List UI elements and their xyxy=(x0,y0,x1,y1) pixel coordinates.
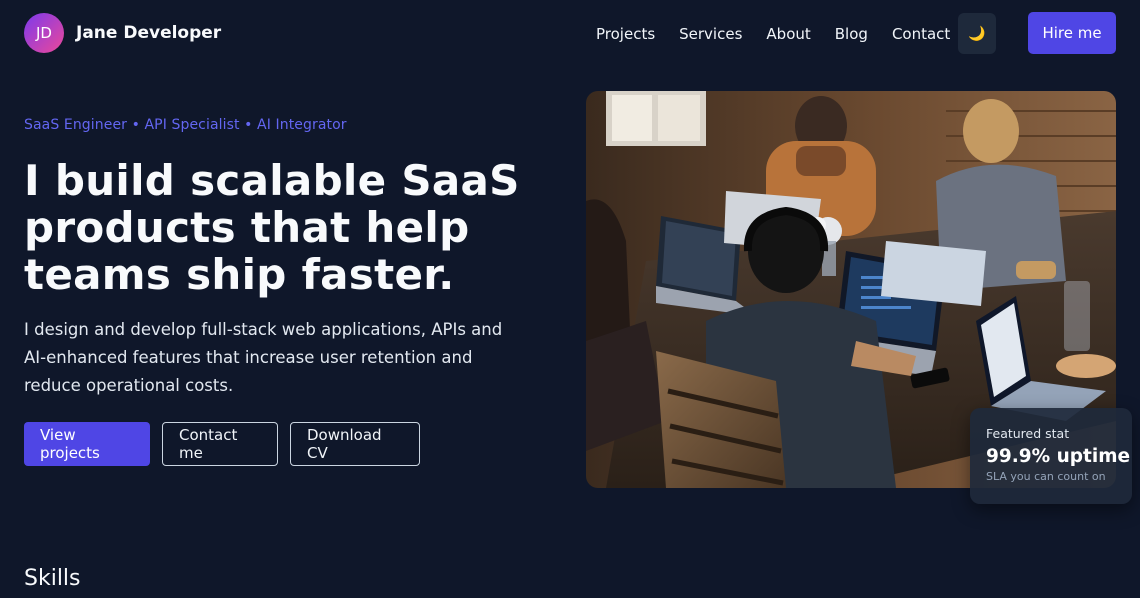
hero-description: I design and develop full-stack web appl… xyxy=(24,320,503,395)
moon-icon: 🌙 xyxy=(968,25,986,42)
hero-headline: I build scalable SaaS products that help… xyxy=(24,156,520,299)
nav-link-about[interactable]: About xyxy=(766,24,810,44)
nav-link-services[interactable]: Services xyxy=(679,24,742,44)
contact-me-button[interactable]: Contact me xyxy=(162,422,278,466)
theme-toggle-button[interactable]: 🌙 xyxy=(958,13,996,54)
brand-name: Jane Developer xyxy=(76,23,222,43)
stat-subtitle: SLA you can count on xyxy=(986,470,1106,483)
download-cv-button[interactable]: Download CV xyxy=(290,422,420,466)
hero-actions: View projects Contact me Download CV xyxy=(24,422,420,466)
nav-link-blog[interactable]: Blog xyxy=(835,24,868,44)
stat-value: 99.9% uptime xyxy=(986,446,1131,467)
nav-link-projects[interactable]: Projects xyxy=(596,24,655,44)
skills-heading: Skills xyxy=(24,566,81,591)
main-nav: Projects Services About Blog Contact xyxy=(596,24,950,44)
view-projects-button[interactable]: View projects xyxy=(24,422,150,466)
stat-label: Featured stat xyxy=(986,426,1070,441)
hero-tagline: SaaS Engineer • API Specialist • AI Inte… xyxy=(24,117,347,133)
nav-link-contact[interactable]: Contact xyxy=(892,24,950,44)
page: JD Jane Developer Projects Services Abou… xyxy=(0,0,1140,598)
hire-me-button[interactable]: Hire me xyxy=(1028,12,1116,54)
featured-stat-card: Featured stat 99.9% uptime SLA you can c… xyxy=(970,408,1132,504)
avatar: JD xyxy=(24,13,64,53)
brand-logo[interactable]: JD Jane Developer xyxy=(24,13,221,53)
